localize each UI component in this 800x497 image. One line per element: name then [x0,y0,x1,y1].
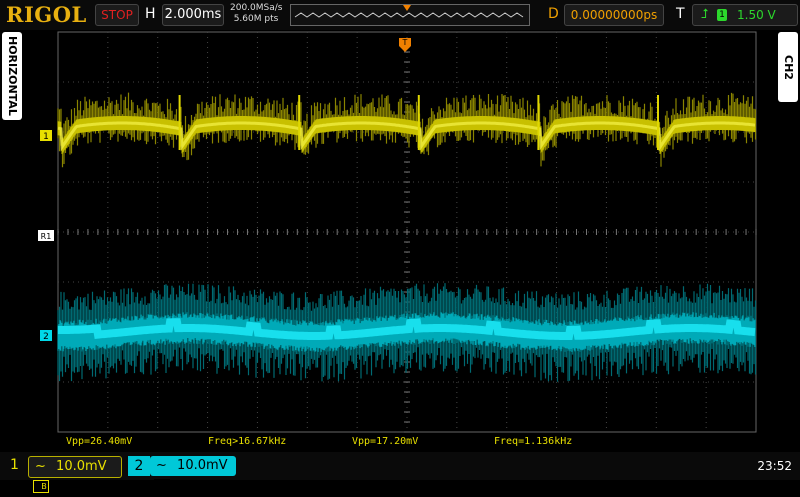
ch1-marker-label: 1 [43,132,49,142]
ch2-scale: 10.0mV [177,458,228,473]
ch1-offset-marker[interactable]: 1 [40,130,52,142]
ch2-bandwidth-icon: B [154,479,170,492]
measurement-ch2-vpp: Vpp=17.20mV [352,436,419,447]
waveform-display[interactable]: T 1 R1 2 [0,0,800,452]
ch1-bandwidth-icon: B [33,480,49,493]
ch1-scale: 10.0mV [56,459,107,474]
trigger-position-marker[interactable]: T [399,38,411,52]
clock: 23:52 [757,459,792,473]
graticule [57,31,757,433]
trigger-marker-label: T [402,38,408,47]
ref1-marker[interactable]: R1 [38,230,54,241]
measurement-ch1-vpp: Vpp=26.40mV [66,436,133,447]
ch2-number: 2 [128,456,150,476]
ch1-number: 1 [10,457,19,473]
measurement-ch2-freq: Freq=1.136kHz [494,436,573,447]
ch2-scale-box[interactable]: ~ 10.0mV B [150,456,236,492]
ref-marker-label: R1 [41,232,52,241]
bottom-channel-bar: 1 ~ 10.0mV B 2 ~ 10.0mV B 23:52 [0,452,800,493]
ch2-marker-label: 2 [43,332,49,342]
measurement-ch1-freq: Freq>16.67kHz [208,436,287,447]
ch1-coupling-icon: ~ [35,459,46,474]
ch2-offset-marker[interactable]: 2 [40,330,52,342]
ch1-waveform [57,92,757,168]
ch1-scale-box[interactable]: ~ 10.0mV B [28,456,122,493]
ch2-coupling-icon: ~ [156,458,167,473]
